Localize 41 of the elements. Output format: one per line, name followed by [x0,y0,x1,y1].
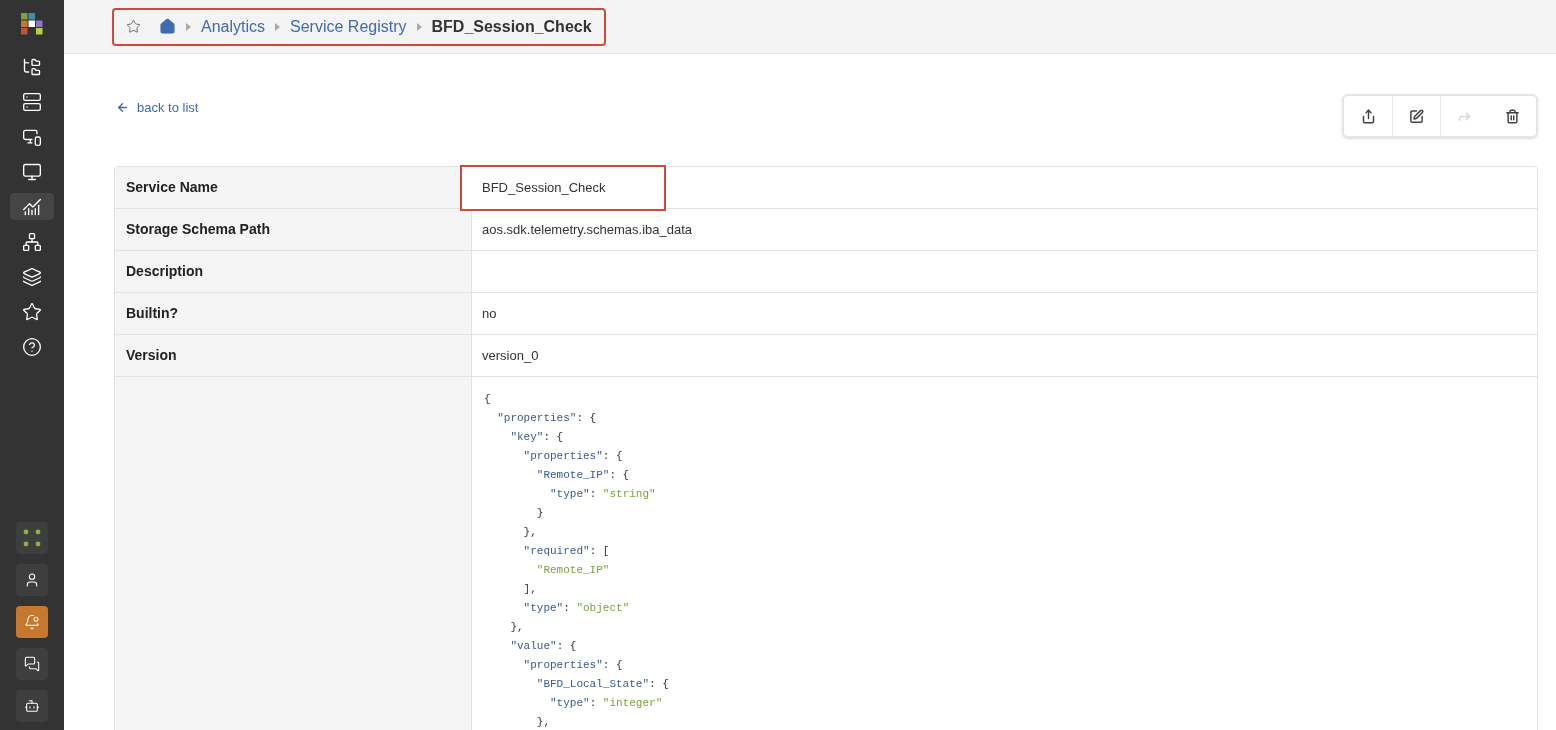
arrow-left-icon [116,101,129,115]
star-icon[interactable] [126,19,141,34]
layers-icon [22,266,42,287]
edit-icon [1409,108,1424,124]
schema-code: { "properties": { "key": { "properties": { "Remote_IP": { "type": "string" } }, "required": [ "Remote_IP" ], "type": "object" }, "value": { "properties": { "BFD_Local_State": { "type": "integer" }, [483,392,670,730]
row-value: BFD_Session_Check [482,178,606,197]
chart-icon [22,196,42,217]
row-label: Storage Schema Path [115,209,472,250]
caret-icon [186,22,191,31]
user-icon [24,572,40,588]
trash-icon [1504,108,1520,124]
row-label: Builtin? [115,293,472,334]
row-label: Version [115,335,472,376]
monitor-icon [22,161,42,182]
sidebar-button[interactable] [16,522,48,554]
row-value: version_0 [482,346,539,365]
help-icon [22,336,42,357]
star-icon [22,301,42,322]
bell-icon [24,614,40,630]
network-icon [22,231,42,252]
caret-icon [416,22,422,31]
back-link[interactable]: back to list [116,98,199,118]
row-value: aos.sdk.telemetry.schemas.iba_data [482,220,693,239]
breadcrumb-link[interactable]: Service Registry [290,14,407,39]
sidebar-item[interactable] [10,193,54,220]
row-value: no [482,304,497,323]
sidebar-button[interactable] [16,648,48,680]
export-icon [1360,108,1376,124]
logo-icon [21,13,43,35]
home-icon[interactable] [159,18,176,35]
breadcrumb-link[interactable]: Analytics [201,14,266,39]
breadcrumb-current: BFD_Session_Check [431,16,592,37]
caret-icon [275,22,281,31]
robot-icon [24,698,40,714]
server-icon [22,91,42,112]
folder-tree-icon [22,56,42,77]
row-label: Description [115,251,472,292]
sidebar-button[interactable] [16,690,48,722]
sidebar-button[interactable] [16,564,48,596]
dots-icon [23,529,41,547]
chat-icon [24,656,40,672]
